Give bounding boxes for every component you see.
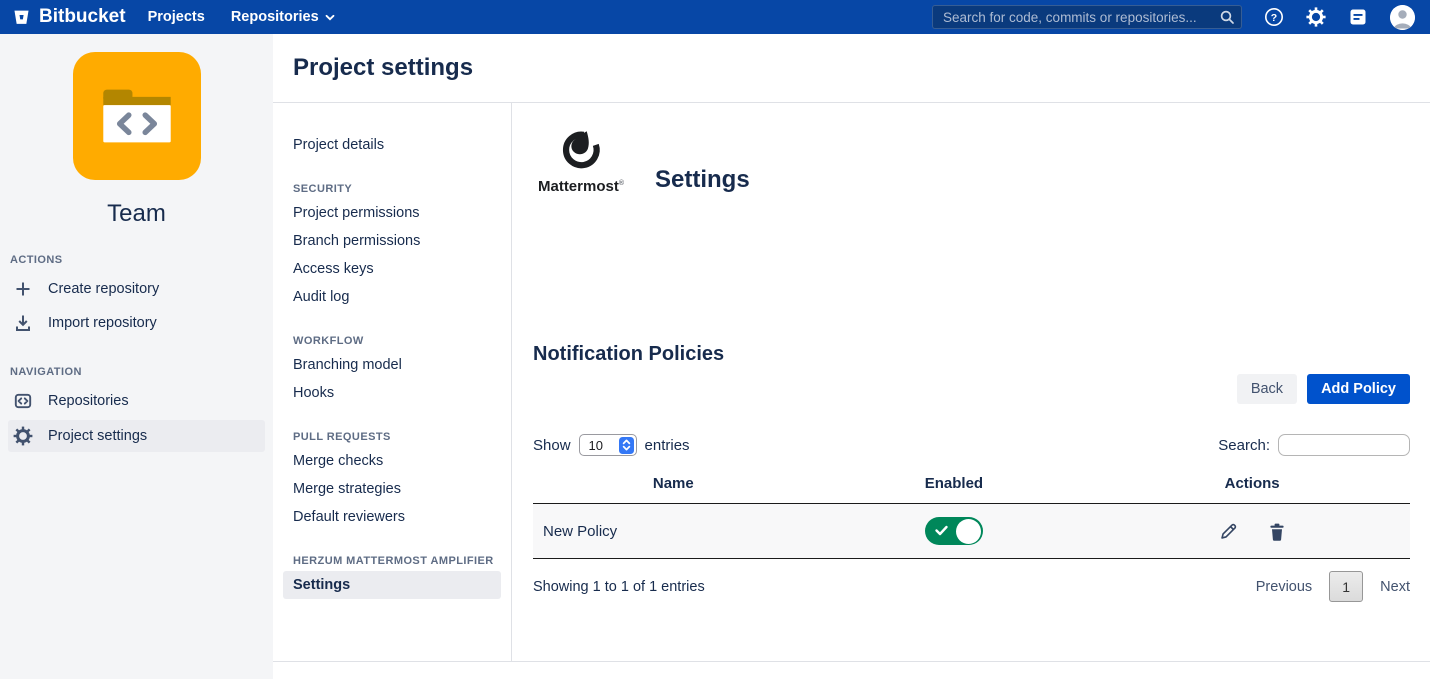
settings-nav-heading-pull-requests: PULL REQUESTS xyxy=(293,431,511,443)
table-info: Showing 1 to 1 of 1 entries xyxy=(533,579,705,595)
repositories-icon xyxy=(12,391,34,411)
settings-nav-branching-model[interactable]: Branching model xyxy=(273,351,511,379)
sidebar-item-label: Repositories xyxy=(48,393,129,409)
settings-nav-access-keys[interactable]: Access keys xyxy=(273,255,511,283)
notification-policies-table: Name Enabled Actions New Policy xyxy=(533,466,1410,559)
section-title: Notification Policies xyxy=(533,343,1410,366)
add-policy-button[interactable]: Add Policy xyxy=(1307,374,1410,404)
settings-nav-merge-checks[interactable]: Merge checks xyxy=(273,447,511,475)
settings-nav-heading-workflow: WORKFLOW xyxy=(293,335,511,347)
page-title: Project settings xyxy=(293,54,1430,82)
top-header: Bitbucket Projects Repositories ? xyxy=(0,0,1430,34)
sidebar-section-actions: ACTIONS xyxy=(10,254,273,266)
table-search-input[interactable] xyxy=(1278,434,1410,456)
mattermost-brand: Mattermost® xyxy=(533,125,629,195)
plus-icon xyxy=(12,279,34,299)
settings-nav-heading-security: SECURITY xyxy=(293,183,511,195)
plugin-page-heading: Settings xyxy=(655,166,750,195)
page-size-select[interactable]: 10 xyxy=(579,434,637,456)
table-controls: Show 10 entries Search: xyxy=(533,434,1410,456)
column-header-enabled[interactable]: Enabled xyxy=(814,466,1095,504)
settings-nav-merge-strategies[interactable]: Merge strategies xyxy=(273,475,511,503)
page-size-value: 10 xyxy=(589,438,609,453)
import-icon xyxy=(12,313,34,333)
bitbucket-home-link[interactable]: Bitbucket xyxy=(12,6,126,28)
registered-mark: ® xyxy=(619,180,624,187)
sidebar-item-label: Import repository xyxy=(48,315,157,331)
sidebar-item-import-repository[interactable]: Import repository xyxy=(0,306,273,340)
gear-icon xyxy=(12,426,34,446)
sidebar-section-navigation: NAVIGATION xyxy=(10,366,273,378)
select-stepper-icon xyxy=(619,437,634,454)
bitbucket-app: Bitbucket Projects Repositories ? xyxy=(0,0,1430,679)
help-icon[interactable]: ? xyxy=(1264,7,1284,27)
plugin-settings-panel: Mattermost® Settings Notification Polici… xyxy=(512,103,1430,661)
page-title-bar: Project settings xyxy=(273,34,1430,103)
settings-nav-default-reviewers[interactable]: Default reviewers xyxy=(273,503,511,531)
brand-name: Bitbucket xyxy=(39,6,126,28)
content-region: Project settings Project details SECURIT… xyxy=(273,34,1430,679)
toggle-knob xyxy=(956,519,981,544)
show-label: Show xyxy=(533,437,571,454)
user-avatar[interactable] xyxy=(1390,5,1415,30)
project-avatar xyxy=(73,52,201,180)
column-header-actions[interactable]: Actions xyxy=(1094,466,1410,504)
feedback-icon[interactable] xyxy=(1348,7,1368,27)
sidebar-item-project-settings[interactable]: Project settings xyxy=(8,420,265,452)
mattermost-logo xyxy=(558,125,604,171)
delete-icon[interactable] xyxy=(1268,522,1286,541)
folder-code-icon xyxy=(96,82,178,150)
policy-enabled-cell xyxy=(814,504,1095,559)
entries-label: entries xyxy=(645,437,690,454)
bottom-spacer xyxy=(273,662,1430,679)
header-nav: Projects Repositories xyxy=(148,9,335,25)
nav-repositories[interactable]: Repositories xyxy=(231,9,335,25)
settings-nav-project-permissions[interactable]: Project permissions xyxy=(273,199,511,227)
current-page-button[interactable]: 1 xyxy=(1329,571,1363,602)
policy-actions-cell xyxy=(1094,504,1410,559)
settings-nav-heading-herzum-mattermost-amplifier: HERZUM MATTERMOST AMPLIFIER xyxy=(293,555,511,567)
settings-nav-branch-permissions[interactable]: Branch permissions xyxy=(273,227,511,255)
svg-text:?: ? xyxy=(1271,12,1277,24)
global-search xyxy=(932,5,1242,29)
pagination: Previous 1 Next xyxy=(1256,571,1410,602)
page-body: Team ACTIONS Create repository Import re… xyxy=(0,34,1430,679)
plugin-header: Mattermost® Settings xyxy=(533,125,1410,195)
next-page-button[interactable]: Next xyxy=(1380,579,1410,595)
settings-nav-project-details[interactable]: Project details xyxy=(273,131,511,159)
mattermost-wordmark: Mattermost® xyxy=(533,178,629,195)
global-search-input[interactable] xyxy=(932,5,1242,29)
enabled-toggle[interactable] xyxy=(925,517,983,545)
previous-page-button[interactable]: Previous xyxy=(1256,579,1312,595)
chevron-down-icon xyxy=(325,14,335,21)
nav-projects[interactable]: Projects xyxy=(148,9,205,25)
back-button[interactable]: Back xyxy=(1237,374,1297,404)
table-footer: Showing 1 to 1 of 1 entries Previous 1 N… xyxy=(533,571,1410,602)
table-row: New Policy xyxy=(533,504,1410,559)
settings-nav-hooks[interactable]: Hooks xyxy=(273,379,511,407)
gear-icon[interactable] xyxy=(1306,7,1326,27)
toggle-check-icon xyxy=(934,523,949,542)
settings-nav-settings[interactable]: Settings xyxy=(283,571,501,599)
edit-icon[interactable] xyxy=(1219,522,1238,541)
sidebar-item-create-repository[interactable]: Create repository xyxy=(0,272,273,306)
sidebar-item-label: Project settings xyxy=(48,428,147,444)
search-label: Search: xyxy=(1218,437,1270,454)
search-icon xyxy=(1219,9,1235,30)
settings-nav-audit-log[interactable]: Audit log xyxy=(273,283,511,311)
policy-name-cell: New Policy xyxy=(533,504,814,559)
action-buttons: Back Add Policy xyxy=(533,374,1410,404)
header-actions: ? xyxy=(932,5,1415,30)
bitbucket-logo-icon xyxy=(12,8,31,27)
project-sidebar: Team ACTIONS Create repository Import re… xyxy=(0,34,273,679)
sidebar-item-label: Create repository xyxy=(48,281,159,297)
sidebar-item-repositories[interactable]: Repositories xyxy=(0,384,273,418)
settings-nav: Project details SECURITY Project permiss… xyxy=(273,103,512,661)
column-header-name[interactable]: Name xyxy=(533,466,814,504)
project-title: Team xyxy=(0,200,273,228)
